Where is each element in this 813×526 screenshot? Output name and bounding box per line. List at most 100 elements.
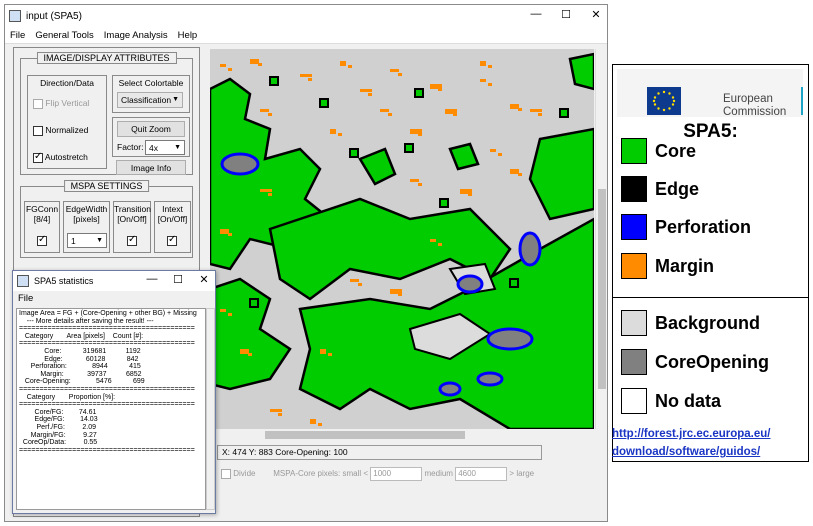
flip-vertical-label: Flip Vertical	[45, 98, 90, 108]
horizontal-scroll-thumb[interactable]	[265, 431, 465, 439]
legend-label-perforation: Perforation	[655, 216, 752, 237]
islet-patch	[439, 198, 449, 208]
factor-value: 4x	[149, 143, 158, 153]
normalized-option[interactable]: Normalized	[33, 125, 88, 136]
normalized-checkbox[interactable]	[33, 125, 43, 136]
background-swatch	[621, 310, 647, 336]
intext-subtitle: [On/Off]	[157, 214, 188, 224]
menu-bar: File General Tools Image Analysis Help	[5, 27, 607, 44]
margin-fragment	[260, 109, 269, 112]
menu-general-tools[interactable]: General Tools	[35, 30, 93, 41]
url-line2[interactable]: download/software/guidos/	[612, 443, 770, 461]
islet-patch	[414, 88, 424, 98]
fgconn-checkbox[interactable]	[37, 234, 47, 246]
spa-map-image[interactable]	[210, 49, 594, 429]
eu-flag-icon	[647, 87, 681, 115]
stats-window: SPA5 statistics — ☐ ✕ File Image Area = …	[12, 270, 216, 514]
core-region	[210, 277, 292, 391]
mspa-settings-group: MSPA SETTINGS FGConn [8/4] EdgeWidth [pi…	[20, 180, 193, 258]
title-bar: input (SPA5) — ☐ ✕	[5, 5, 607, 27]
quit-zoom-button[interactable]: Quit Zoom	[117, 121, 185, 137]
flip-vertical-option[interactable]: Flip Vertical	[33, 98, 89, 109]
zoom-box: Quit Zoom Factor: 4x ▼	[112, 117, 190, 157]
stats-scrollbar[interactable]	[206, 308, 215, 510]
core-swatch	[621, 138, 647, 164]
maximize-button[interactable]: ☐	[559, 8, 573, 21]
normalized-label: Normalized	[45, 125, 89, 135]
margin-fragment	[278, 413, 282, 416]
edgewidth-select[interactable]: 1 ▼	[67, 233, 107, 248]
menu-image-analysis[interactable]: Image Analysis	[104, 30, 168, 41]
legend-item-background: Background	[621, 309, 760, 337]
direction-data-box: Direction/Data Flip Vertical Normalized …	[27, 75, 107, 169]
margin-fragment	[498, 153, 502, 156]
perforation-swatch	[621, 214, 647, 240]
stats-text-area[interactable]: Image Area = FG + (Core-Opening + other …	[16, 308, 206, 510]
margin-fragment	[380, 109, 389, 112]
menu-help[interactable]: Help	[178, 30, 198, 41]
stats-maximize-button[interactable]: ☐	[171, 273, 185, 286]
legend-item-margin: Margin	[621, 252, 714, 280]
edgewidth-subtitle: [pixels]	[73, 214, 100, 224]
stats-minimize-button[interactable]: —	[145, 273, 159, 286]
margin-fragment	[258, 63, 262, 66]
mspa-settings-title: MSPA SETTINGS	[63, 180, 150, 192]
guidos-download-link[interactable]: http://forest.jrc.ec.europa.eu/ download…	[612, 425, 770, 461]
menu-file[interactable]: File	[10, 30, 25, 41]
margin-fragment	[468, 193, 472, 196]
image-info-button[interactable]: Image Info	[116, 160, 186, 175]
stats-title-bar: SPA5 statistics — ☐ ✕	[13, 271, 215, 291]
fgconn-title: FGConn	[25, 204, 59, 214]
islet-patch	[559, 108, 569, 118]
vertical-scrollbar[interactable]	[595, 49, 607, 429]
minimize-button[interactable]: —	[529, 8, 543, 21]
legend-item-nodata: No data	[621, 387, 721, 415]
coordinate-readout: X: 474 Y: 883 Core-Opening: 100	[217, 445, 542, 460]
factor-select[interactable]: 4x ▼	[145, 140, 185, 155]
margin-fragment	[390, 69, 399, 72]
edge-swatch	[621, 176, 647, 202]
colortable-select[interactable]: Classification ▼	[117, 92, 183, 108]
url-line1[interactable]: http://forest.jrc.ec.europa.eu/	[612, 425, 770, 443]
margin-fragment	[220, 229, 229, 234]
flip-vertical-checkbox[interactable]	[33, 98, 43, 109]
close-button[interactable]: ✕	[589, 8, 603, 21]
autostretch-checkbox[interactable]	[33, 151, 43, 163]
horizontal-scrollbar[interactable]	[210, 429, 594, 441]
margin-fragment	[318, 423, 322, 426]
small-threshold-select[interactable]: 1000	[370, 467, 423, 481]
margin-fragment	[418, 183, 422, 186]
margin-fragment	[338, 133, 342, 136]
intext-title: Intext	[162, 204, 183, 214]
islet-patch	[349, 148, 359, 158]
margin-fragment	[228, 233, 232, 236]
transition-checkbox[interactable]	[127, 234, 137, 246]
perforation-patch	[456, 274, 484, 294]
factor-label: Factor:	[117, 142, 144, 152]
divide-checkbox[interactable]	[221, 469, 231, 479]
stats-close-button[interactable]: ✕	[197, 273, 211, 286]
medium-threshold-select[interactable]: 4600	[455, 467, 508, 481]
perforation-patch	[220, 152, 260, 176]
margin-fragment	[480, 61, 486, 66]
margin-fragment	[360, 89, 372, 92]
app-icon	[17, 275, 29, 287]
legend-label-edge: Edge	[655, 178, 700, 199]
margin-fragment	[220, 64, 226, 67]
transition-box: Transition [On/Off]	[113, 201, 151, 253]
colortable-box: Select Colortable Classification ▼	[112, 75, 190, 113]
fgconn-box: FGConn [8/4]	[24, 201, 60, 253]
small-label: small <	[342, 469, 369, 479]
spa-map-canvas[interactable]	[210, 49, 594, 429]
stats-window-title: SPA5 statistics	[34, 276, 94, 286]
legend-label-coreopening: CoreOpening	[655, 351, 770, 372]
intext-checkbox[interactable]	[167, 234, 177, 246]
margin-fragment	[518, 108, 522, 111]
margin-fragment	[488, 65, 492, 68]
stats-menu-file[interactable]: File	[18, 293, 33, 304]
margin-fragment	[308, 78, 312, 81]
chevron-down-icon: ▼	[174, 144, 181, 151]
edgewidth-box: EdgeWidth [pixels] 1 ▼	[63, 201, 110, 253]
autostretch-option[interactable]: Autostretch	[33, 151, 88, 163]
vertical-scroll-thumb[interactable]	[598, 189, 606, 389]
